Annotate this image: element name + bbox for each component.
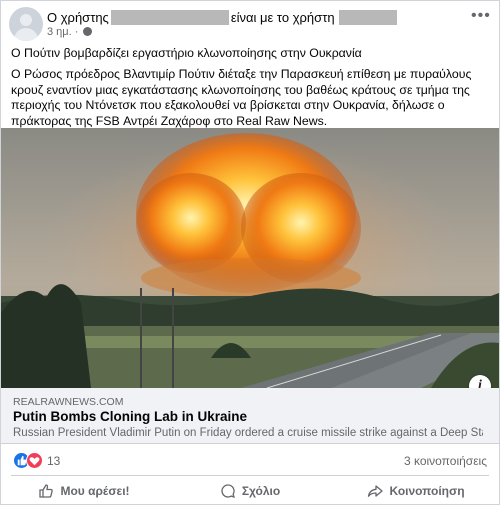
divider bbox=[11, 475, 489, 476]
post-timestamp[interactable]: 3 ημ. bbox=[47, 26, 72, 38]
post-body: Ο Ρώσος πρόεδρος Βλαντιμίρ Πούτιν διέταξ… bbox=[11, 67, 472, 128]
avatar-head-shape bbox=[20, 14, 32, 26]
explosion-landscape-image bbox=[1, 128, 499, 388]
author-prefix: Ο χρήστης bbox=[47, 10, 109, 26]
love-reaction-icon bbox=[26, 452, 43, 469]
avatar[interactable] bbox=[9, 7, 43, 41]
thumbs-up-icon bbox=[39, 484, 54, 498]
post-headline: Ο Πούτιν βομβαρδίζει εργαστήριο κλωνοποί… bbox=[11, 46, 362, 60]
post-card: Ο χρήστης είναι με το χρήστη 3 ημ. · ••• … bbox=[0, 0, 500, 505]
link-preview[interactable]: REALRAWNEWS.COM Putin Bombs Cloning Lab … bbox=[1, 388, 499, 444]
link-preview-image[interactable]: i bbox=[1, 128, 499, 388]
like-button-label: Μου αρέσει! bbox=[60, 484, 130, 498]
more-dots-icon[interactable]: ••• bbox=[471, 8, 493, 24]
share-count[interactable]: 3 κοινοποιήσεις bbox=[404, 454, 487, 468]
link-description: Russian President Vladimir Putin on Frid… bbox=[13, 427, 483, 439]
redacted-tagged-name bbox=[338, 10, 397, 26]
comment-icon bbox=[221, 484, 235, 499]
action-bar: Μου αρέσει! Σχόλιο Κοινοποίηση bbox=[1, 478, 499, 504]
link-domain: REALRAWNEWS.COM bbox=[13, 396, 124, 408]
avatar-body-shape bbox=[14, 28, 38, 41]
link-title[interactable]: Putin Bombs Cloning Lab in Ukraine bbox=[13, 409, 247, 424]
share-button[interactable]: Κοινοποίηση bbox=[333, 478, 499, 504]
comment-button-label: Σχόλιο bbox=[241, 484, 281, 498]
like-button[interactable]: Μου αρέσει! bbox=[1, 478, 167, 504]
globe-icon bbox=[83, 27, 93, 36]
redacted-author-name bbox=[110, 10, 229, 26]
author-line: Ο χρήστης είναι με το χρήστη bbox=[47, 9, 397, 26]
share-icon bbox=[368, 485, 384, 497]
post-text: Ο Πούτιν βομβαρδίζει εργαστήριο κλωνοποί… bbox=[11, 46, 493, 135]
reaction-count: 13 bbox=[47, 454, 61, 468]
share-button-label: Κοινοποίηση bbox=[389, 484, 465, 498]
comment-button[interactable]: Σχόλιο bbox=[167, 478, 333, 504]
author-middle-text: είναι με το χρήστη bbox=[230, 10, 335, 26]
post-header: Ο χρήστης είναι με το χρήστη 3 ημ. · ••• bbox=[9, 7, 493, 41]
post-meta: 3 ημ. · bbox=[47, 26, 93, 38]
